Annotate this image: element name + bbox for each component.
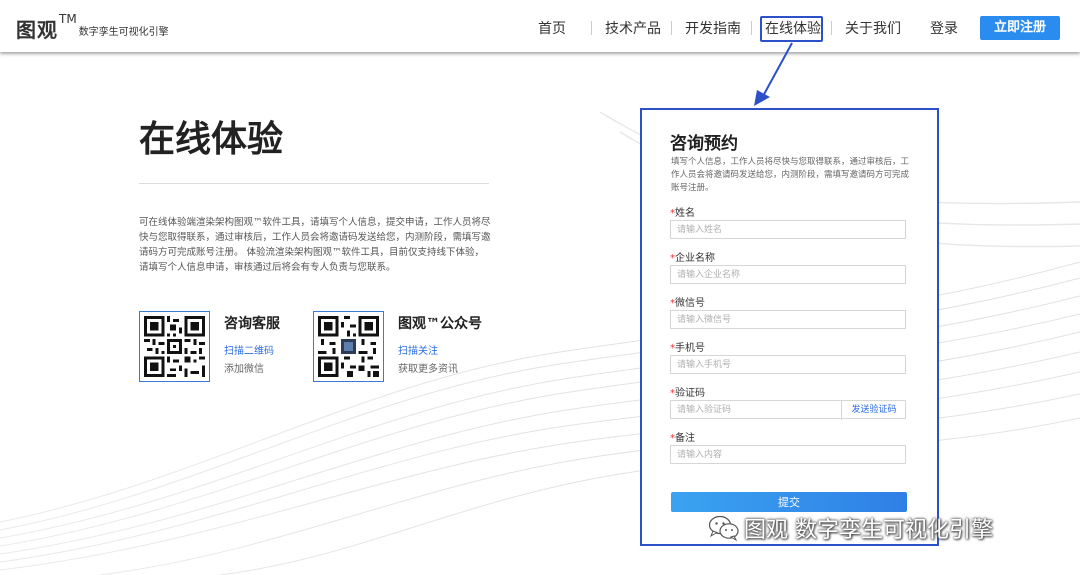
remarks-input[interactable] [670,445,906,464]
main-nav: 首页 技术产品 开发指南 在线体验 关于我们 登录 [0,18,1080,40]
wechat-icon [708,515,739,542]
phone-input[interactable] [670,355,906,374]
company-input[interactable] [670,265,906,284]
card-title: 图观™公众号 [398,316,482,332]
card-title: 咨询客服 [224,316,280,332]
contact-card-official-account: 图观™公众号 扫描关注 获取更多资讯 [313,311,482,382]
card-link[interactable]: 扫描关注 [398,342,482,357]
nav-divider [591,21,592,35]
wechat-input[interactable] [670,310,906,329]
remarks-label: *备注 [670,433,695,444]
card-link[interactable]: 扫描二维码 [224,342,280,357]
submit-button[interactable]: 提交 [671,492,907,512]
nav-divider [831,21,832,35]
nav-item-about[interactable]: 关于我们 [845,18,901,38]
company-label: *企业名称 [670,253,715,264]
nav-item-products[interactable]: 技术产品 [605,18,661,38]
page-title: 在线体验 [139,119,284,160]
verification-code-label: *验证码 [670,388,705,399]
login-link[interactable]: 登录 [930,18,958,38]
active-nav-highlight [760,16,823,42]
card-desc: 获取更多资讯 [398,364,458,375]
contact-card-service: 咨询客服 扫描二维码 添加微信 [139,311,280,382]
intro-text: 可在线体验端渲染架构图观™软件工具，请填写个人信息，提交申请，工作人员将尽快与您… [139,217,491,273]
watermark-text: 图观 数字孪生可视化引擎 [744,518,993,543]
top-navbar: 图观 TM 数字孪生可视化引擎 首页 技术产品 开发指南 在线体验 关于我们 登… [0,0,1080,52]
annotation-arrow [754,42,793,106]
name-input[interactable] [670,220,906,239]
name-label: *姓名 [670,208,695,219]
wechat-label: *微信号 [670,298,705,309]
register-button[interactable]: 立即注册 [980,16,1060,40]
card-desc: 添加微信 [224,364,264,375]
form-title: 咨询预约 [670,134,738,154]
qr-code-service [139,311,210,382]
send-code-button[interactable]: 发送验证码 [841,401,906,420]
title-divider [139,183,489,184]
phone-label: *手机号 [670,343,705,354]
wechat-watermark: 图观 数字孪生可视化引擎 [708,512,993,544]
nav-divider [671,21,672,35]
nav-item-home[interactable]: 首页 [538,18,566,38]
consultation-form: 咨询预约 填写个人信息，工作人员将尽快与您取得联系，通过审核后，工作人员会将邀请… [640,108,939,546]
qr-code-icon [144,316,205,377]
qr-code-official-account [313,311,384,382]
qr-code-icon [318,316,379,377]
form-description: 填写个人信息，工作人员将尽快与您取得联系，通过审核后，工作人员会将邀请码发送给您… [671,157,910,193]
nav-divider [751,21,752,35]
nav-item-dev-guide[interactable]: 开发指南 [685,18,741,38]
